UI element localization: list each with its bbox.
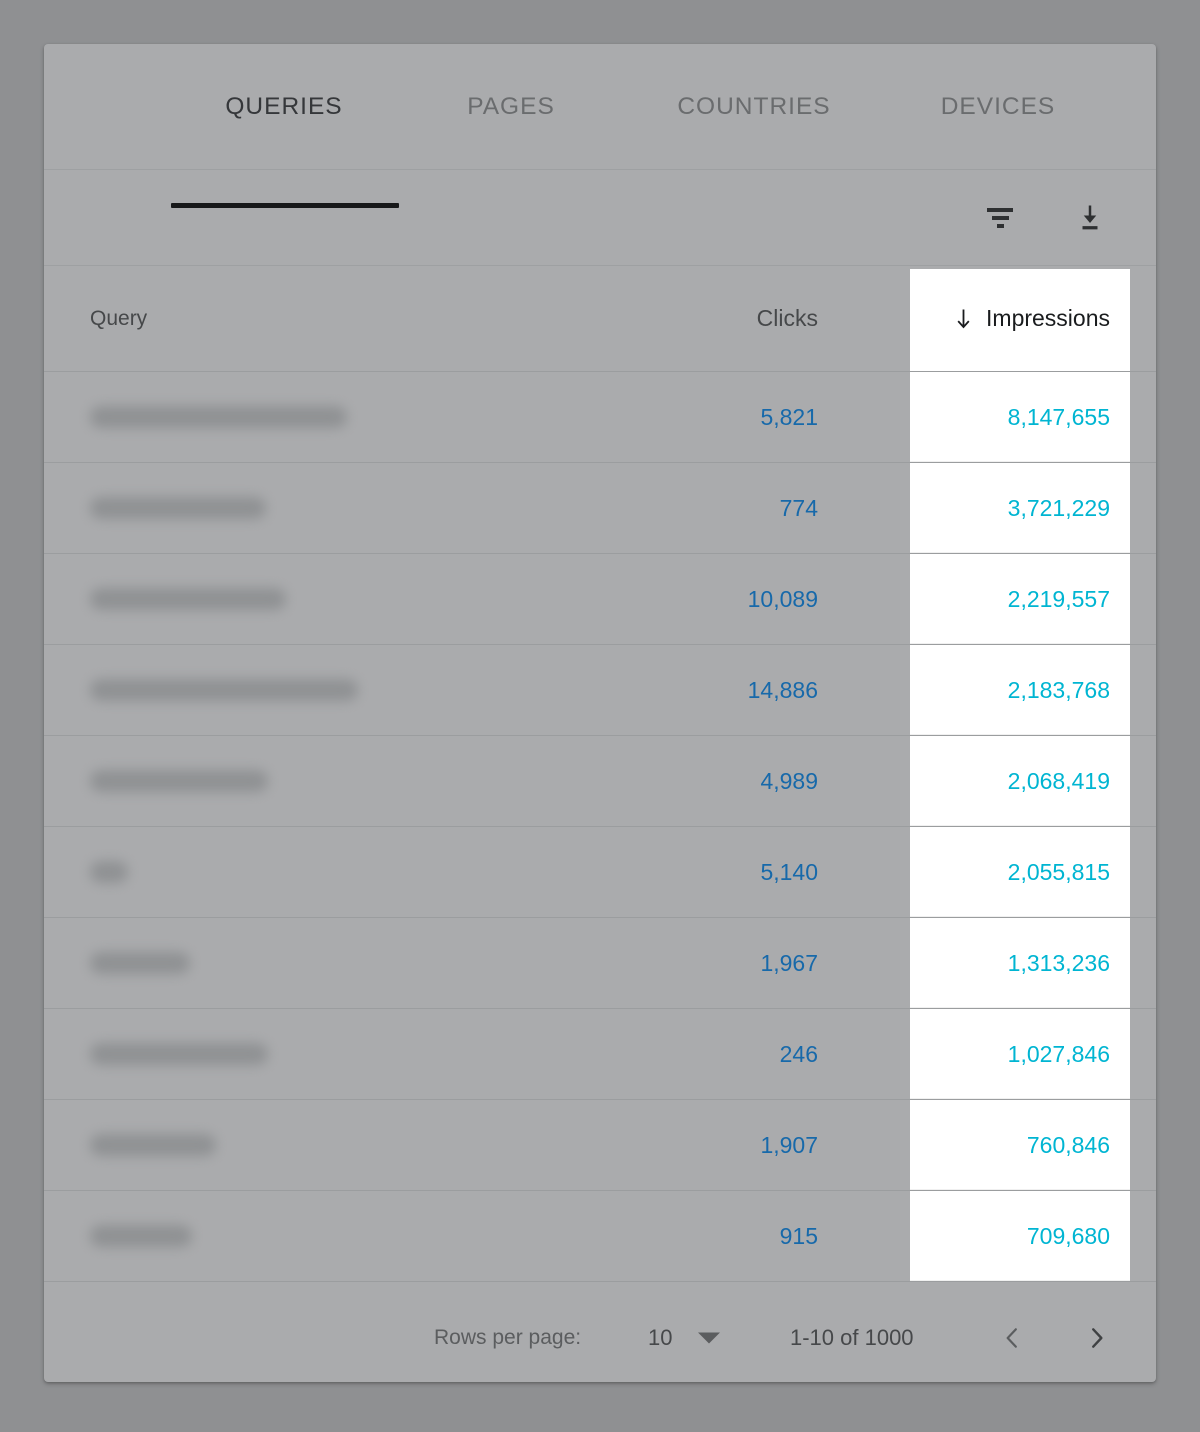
table-paginator: Rows per page: 10 1-10 of 1000 <box>44 1282 1156 1382</box>
table-row[interactable]: 5,140 2,055,815 <box>44 827 1156 918</box>
tab-queries[interactable]: QUERIES <box>134 44 434 169</box>
cell-clicks: 246 <box>779 1040 818 1067</box>
cell-clicks: 10,089 <box>747 585 818 612</box>
cell-clicks: 14,886 <box>747 676 818 703</box>
redacted-query-text <box>90 861 128 883</box>
table-row[interactable]: 246 1,027,846 <box>44 1009 1156 1100</box>
chevron-left-icon <box>1006 1328 1017 1348</box>
sort-descending-arrow-icon <box>957 308 970 328</box>
cell-query <box>90 372 347 462</box>
table-row[interactable]: 5,821 8,147,655 <box>44 372 1156 463</box>
previous-page-button[interactable] <box>999 1323 1025 1353</box>
redacted-query-text <box>90 1043 268 1065</box>
cell-query <box>90 1191 192 1281</box>
redacted-query-text <box>90 770 268 792</box>
chevron-right-icon <box>1092 1328 1103 1348</box>
column-header-query[interactable]: Query <box>90 266 147 371</box>
cell-query <box>90 1009 268 1099</box>
cell-impressions: 8,147,655 <box>1007 403 1110 430</box>
redacted-query-text <box>90 497 266 519</box>
cell-clicks: 1,967 <box>760 949 818 976</box>
cell-clicks: 915 <box>779 1222 818 1249</box>
column-header-clicks[interactable]: Clicks <box>604 266 818 371</box>
cell-clicks: 5,140 <box>760 858 818 885</box>
filter-button[interactable] <box>978 196 1022 240</box>
table-row[interactable]: 14,886 2,183,768 <box>44 645 1156 736</box>
table-row[interactable]: 10,089 2,219,557 <box>44 554 1156 645</box>
table-row[interactable]: 1,967 1,313,236 <box>44 918 1156 1009</box>
next-page-button[interactable] <box>1084 1323 1110 1353</box>
filter-icon <box>986 206 1014 230</box>
table-row[interactable]: 4,989 2,068,419 <box>44 736 1156 827</box>
download-button[interactable] <box>1068 196 1112 240</box>
rows-per-page-select[interactable]: 10 <box>648 1325 672 1351</box>
chevron-down-icon[interactable] <box>698 1332 720 1344</box>
cell-query <box>90 1100 216 1190</box>
cell-impressions: 2,219,557 <box>1007 585 1110 612</box>
cell-clicks: 1,907 <box>760 1131 818 1158</box>
table-header-row: Query Clicks Impressions <box>44 266 1156 372</box>
cell-clicks: 774 <box>779 494 818 521</box>
page-range-label: 1-10 of 1000 <box>790 1325 914 1350</box>
cell-clicks: 5,821 <box>760 403 818 430</box>
tab-pages[interactable]: PAGES <box>391 44 631 169</box>
cell-impressions: 2,183,768 <box>1007 676 1110 703</box>
redacted-query-text <box>90 1225 192 1247</box>
tab-bar: QUERIES PAGES COUNTRIES DEVICES <box>44 44 1156 208</box>
results-table: Query Clicks Impressions 5,821 8,147,655 <box>44 266 1156 1282</box>
redacted-query-text <box>90 588 286 610</box>
data-table-card: QUERIES PAGES COUNTRIES DEVICES Query Cl… <box>44 44 1156 1382</box>
tab-devices[interactable]: DEVICES <box>868 44 1128 169</box>
cell-clicks: 4,989 <box>760 767 818 794</box>
cell-impressions: 709,680 <box>1026 1222 1110 1249</box>
cell-query <box>90 827 128 917</box>
cell-impressions: 2,068,419 <box>1007 767 1110 794</box>
cell-query <box>90 736 268 826</box>
redacted-query-text <box>90 1134 216 1156</box>
redacted-query-text <box>90 679 358 701</box>
redacted-query-text <box>90 406 347 428</box>
tab-countries[interactable]: COUNTRIES <box>604 44 904 169</box>
cell-impressions: 2,055,815 <box>1007 858 1110 885</box>
cell-impressions: 1,313,236 <box>1007 949 1110 976</box>
download-icon <box>1082 205 1098 229</box>
cell-query <box>90 645 358 735</box>
table-row[interactable]: 774 3,721,229 <box>44 463 1156 554</box>
cell-query <box>90 554 286 644</box>
column-header-impressions[interactable]: Impressions <box>864 266 1110 371</box>
table-row[interactable]: 1,907 760,846 <box>44 1100 1156 1191</box>
table-toolbar <box>44 170 1156 266</box>
redacted-query-text <box>90 952 190 974</box>
cell-impressions: 1,027,846 <box>1007 1040 1110 1067</box>
rows-per-page-label: Rows per page: <box>434 1326 582 1349</box>
cell-impressions: 760,846 <box>1026 1131 1110 1158</box>
table-row[interactable]: 915 709,680 <box>44 1191 1156 1282</box>
cell-impressions: 3,721,229 <box>1007 494 1110 521</box>
column-header-impressions-label: Impressions <box>986 305 1110 331</box>
cell-query <box>90 918 190 1008</box>
cell-query <box>90 463 266 553</box>
